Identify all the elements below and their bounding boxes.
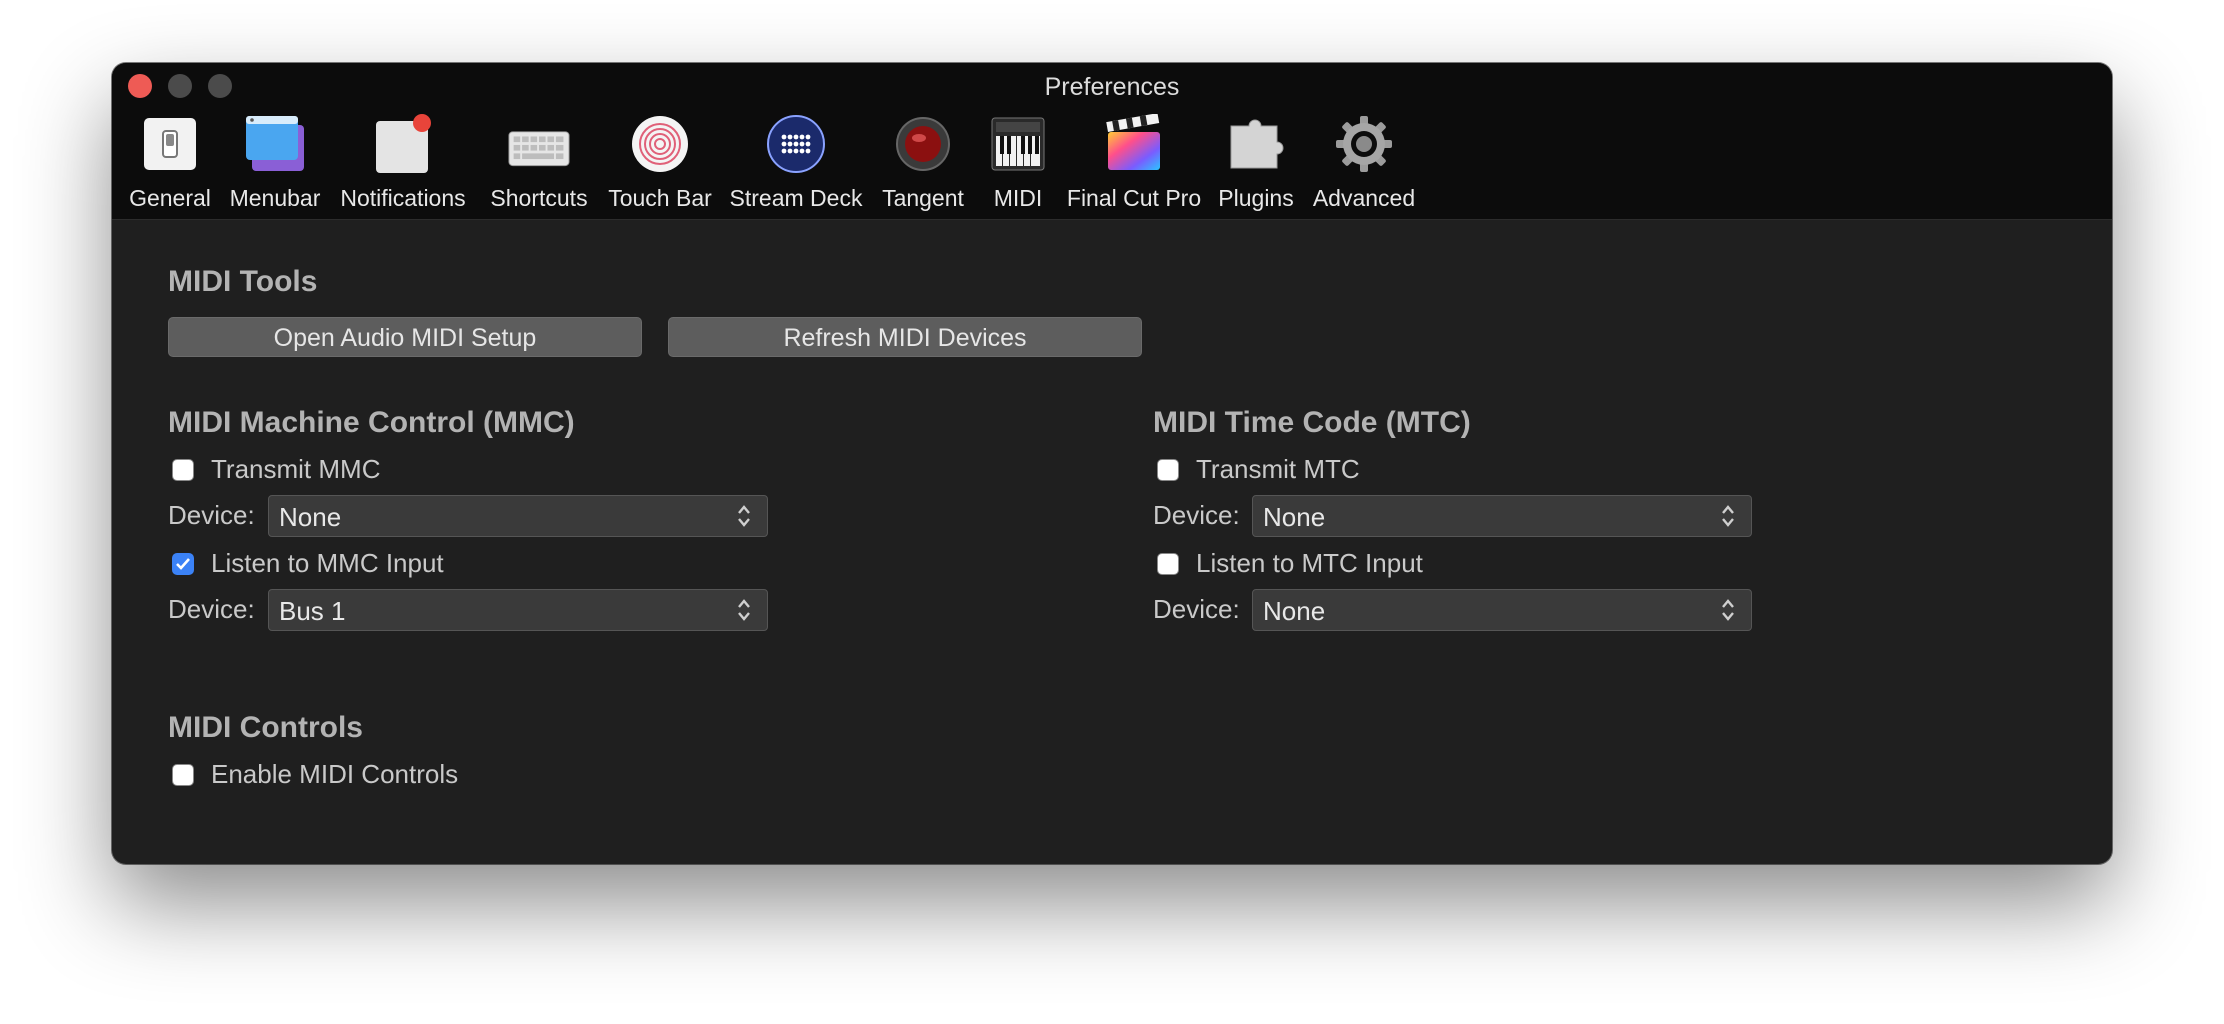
tab-label: Stream Deck (729, 185, 863, 211)
menubar-window-icon (244, 113, 306, 175)
tab-stream-deck[interactable]: Stream Deck (726, 113, 866, 212)
tab-shortcuts[interactable]: Shortcuts (484, 113, 594, 212)
midi-controls-heading: MIDI Controls (168, 711, 363, 744)
tab-label: Shortcuts (490, 185, 588, 211)
checkbox-label: Listen to MMC Input (211, 548, 444, 578)
checkbox-box[interactable] (172, 763, 194, 786)
mtc-listen-device-select[interactable]: None (1252, 589, 1752, 631)
checkbox-box[interactable] (1157, 458, 1179, 481)
updown-chevron-icon (738, 505, 750, 527)
refresh-midi-devices-button[interactable]: Refresh MIDI Devices (668, 317, 1142, 357)
keyboard-icon (508, 113, 570, 175)
tab-final-cut-pro[interactable]: Final Cut Pro (1062, 113, 1206, 212)
updown-chevron-icon (1722, 599, 1734, 621)
select-value: None (279, 502, 342, 532)
checkbox-box[interactable] (172, 458, 194, 481)
select-value: Bus 1 (279, 596, 346, 626)
transmit-mmc-checkbox[interactable]: Transmit MMC (172, 454, 380, 485)
tab-label: Plugins (1218, 185, 1294, 211)
checkbox-label: Transmit MTC (1196, 454, 1360, 484)
clapperboard-icon (1103, 113, 1165, 175)
tab-menubar[interactable]: Menubar (224, 113, 326, 212)
checkmark-icon (176, 557, 190, 570)
mmc-heading: MIDI Machine Control (MMC) (168, 406, 575, 439)
open-audio-midi-setup-button[interactable]: Open Audio MIDI Setup (168, 317, 642, 357)
tab-label: Menubar (229, 185, 321, 211)
tab-label: Touch Bar (608, 185, 712, 211)
notifications-icon (372, 113, 434, 175)
updown-chevron-icon (1722, 505, 1734, 527)
select-value: None (1263, 596, 1326, 626)
tab-notifications[interactable]: Notifications (334, 113, 472, 212)
tangent-button-icon (892, 113, 954, 175)
mtc-listen-device-label: Device: (1153, 594, 1240, 624)
mtc-heading: MIDI Time Code (MTC) (1153, 406, 1471, 439)
piano-keyboard-icon (987, 113, 1049, 175)
checkbox-box[interactable] (1157, 552, 1179, 575)
tab-general[interactable]: General (124, 113, 216, 212)
select-value: None (1263, 502, 1326, 532)
tab-midi[interactable]: MIDI (980, 113, 1056, 212)
mtc-transmit-device-select[interactable]: None (1252, 495, 1752, 537)
tab-tangent[interactable]: Tangent (878, 113, 968, 212)
stream-deck-icon (765, 113, 827, 175)
listen-mtc-input-checkbox[interactable]: Listen to MTC Input (1157, 548, 1423, 579)
updown-chevron-icon (738, 599, 750, 621)
tab-label: Tangent (882, 185, 964, 211)
tab-touch-bar[interactable]: Touch Bar (606, 113, 714, 212)
mmc-listen-device-select[interactable]: Bus 1 (268, 589, 768, 631)
checkbox-label: Enable MIDI Controls (211, 759, 459, 789)
general-switch-icon (139, 113, 201, 175)
mtc-transmit-device-label: Device: (1153, 500, 1240, 530)
mmc-transmit-device-select[interactable]: None (268, 495, 768, 537)
transmit-mtc-checkbox[interactable]: Transmit MTC (1157, 454, 1360, 485)
preferences-window: Preferences General Menubar Notification… (112, 63, 2112, 864)
tab-label: Notifications (340, 185, 466, 211)
midi-tools-heading: MIDI Tools (168, 265, 318, 298)
listen-mmc-input-checkbox[interactable]: Listen to MMC Input (172, 548, 444, 579)
mmc-listen-device-label: Device: (168, 594, 255, 624)
window-title: Preferences (1044, 73, 1180, 101)
enable-midi-controls-checkbox[interactable]: Enable MIDI Controls (172, 759, 458, 790)
tab-label: MIDI (993, 185, 1043, 211)
checkbox-label: Transmit MMC (211, 454, 381, 484)
tab-advanced[interactable]: Advanced (1308, 113, 1420, 212)
midi-preferences-pane: MIDI Tools Open Audio MIDI Setup Refresh… (112, 220, 2112, 864)
tab-label: Final Cut Pro (1066, 185, 1202, 211)
tab-label: General (129, 185, 211, 211)
mmc-transmit-device-label: Device: (168, 500, 255, 530)
checkbox-box[interactable] (172, 552, 194, 575)
tab-plugins[interactable]: Plugins (1212, 113, 1300, 212)
titlebar-toolbar: Preferences General Menubar Notification… (112, 63, 2112, 220)
puzzle-piece-icon (1225, 113, 1287, 175)
tab-label: Advanced (1312, 185, 1416, 211)
gear-icon (1333, 113, 1395, 175)
checkbox-label: Listen to MTC Input (1196, 548, 1423, 578)
fingerprint-icon (629, 113, 691, 175)
